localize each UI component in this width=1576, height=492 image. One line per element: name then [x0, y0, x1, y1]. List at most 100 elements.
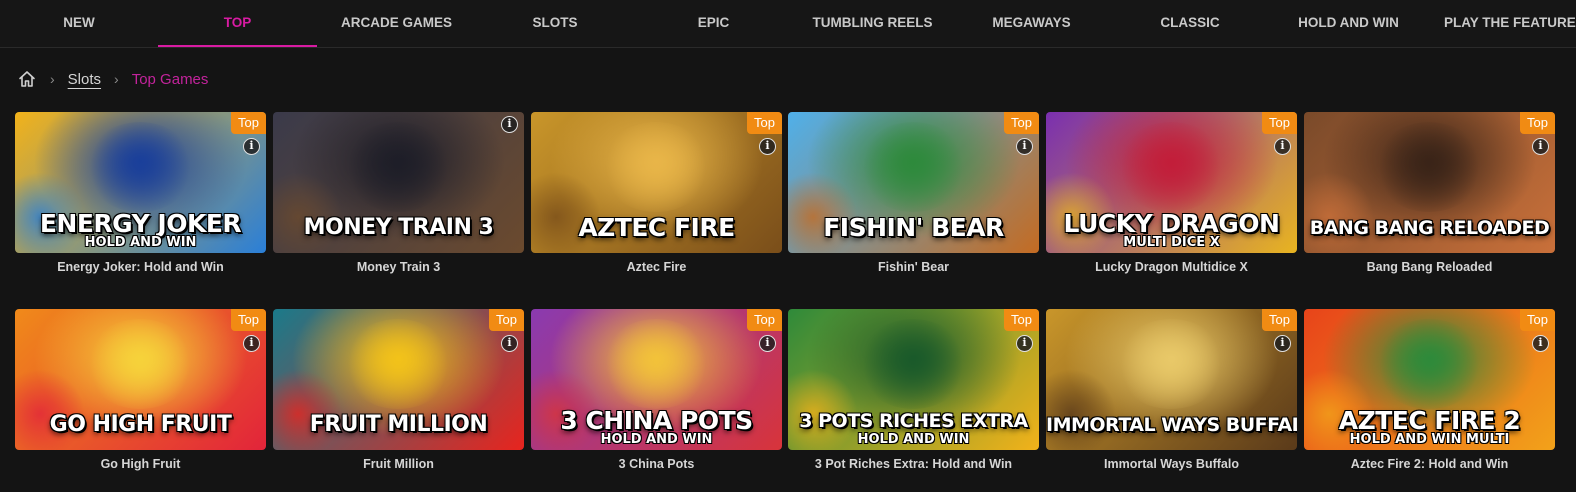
game-card[interactable]: 3 POTS RICHES EXTRA HOLD AND WIN Top i 3 Pot…: [788, 309, 1039, 475]
info-icon[interactable]: i: [1274, 335, 1291, 352]
game-name: 3 Pot Riches Extra: Hold and Win: [814, 457, 1013, 471]
info-icon[interactable]: i: [243, 335, 260, 352]
top-badge: Top: [747, 309, 782, 331]
game-thumbnail[interactable]: ENERGY JOKER HOLD AND WIN Top i: [15, 112, 266, 253]
game-name: Fruit Million: [363, 457, 434, 471]
tab-megaways[interactable]: MEGAWAYS: [952, 0, 1111, 47]
info-icon[interactable]: i: [1532, 138, 1549, 155]
game-art-title: AZTEC FIRE: [578, 213, 735, 242]
tab-hold-and-win[interactable]: HOLD AND WIN: [1269, 0, 1428, 47]
tab-arcade-games[interactable]: ARCADE GAMES: [317, 0, 476, 47]
game-card[interactable]: 3 CHINA POTS HOLD AND WIN Top i 3 China Pots: [531, 309, 782, 475]
tab-top[interactable]: TOP: [158, 0, 317, 47]
top-badge: Top: [231, 112, 266, 134]
top-badge: Top: [489, 309, 524, 331]
game-art-decoration: [1374, 122, 1484, 212]
top-badge: Top: [1004, 309, 1039, 331]
info-icon[interactable]: i: [243, 138, 260, 155]
tab-tumbling-reels[interactable]: TUMBLING REELS: [793, 0, 952, 47]
game-name: Go High Fruit: [100, 457, 181, 471]
top-badge: Top: [231, 309, 266, 331]
info-icon[interactable]: i: [1016, 335, 1033, 352]
info-icon[interactable]: i: [1532, 335, 1549, 352]
game-art-decoration: [85, 122, 195, 212]
category-nav: NEW TOP ARCADE GAMES SLOTS EPIC TUMBLING…: [0, 0, 1576, 48]
game-card[interactable]: BANG BANG RELOADED Top i Bang Bang Reloaded: [1304, 112, 1555, 278]
info-icon[interactable]: i: [759, 335, 776, 352]
game-thumbnail[interactable]: AZTEC FIRE Top i: [531, 112, 782, 253]
game-name: Fishin' Bear: [877, 260, 950, 274]
game-card[interactable]: AZTEC FIRE Top i Aztec Fire: [531, 112, 782, 278]
tab-classic[interactable]: CLASSIC: [1111, 0, 1269, 47]
game-name: Immortal Ways Buffalo: [1104, 457, 1239, 471]
game-art-title: IMMORTAL WAYS BUFFALO: [1046, 414, 1297, 436]
top-badge: Top: [1262, 309, 1297, 331]
game-art-decoration: [343, 319, 453, 409]
breadcrumb-current: Top Games: [131, 70, 209, 88]
game-card[interactable]: FISHIN' BEAR Top i Fishin' Bear: [788, 112, 1039, 278]
game-art-decoration: [858, 122, 968, 212]
game-art-title: GO HIGH FRUIT: [49, 412, 232, 437]
game-name: Aztec Fire: [626, 260, 687, 274]
game-art-decoration: [858, 319, 968, 409]
game-art-decoration: [601, 122, 711, 212]
game-name: Money Train 3: [356, 260, 441, 274]
game-thumbnail[interactable]: LUCKY DRAGON MULTI DICE X Top i: [1046, 112, 1297, 253]
game-art-decoration: [1116, 319, 1226, 409]
tab-new[interactable]: NEW: [0, 0, 158, 47]
game-art-subtitle: HOLD AND WIN: [600, 432, 713, 447]
chevron-right-icon: ›: [114, 71, 119, 87]
game-art-decoration: [343, 122, 453, 212]
game-thumbnail[interactable]: BANG BANG RELOADED Top i: [1304, 112, 1555, 253]
breadcrumb-slots[interactable]: Slots: [68, 71, 101, 88]
game-art-title: 3 CHINA POTS: [560, 406, 753, 435]
game-art-subtitle: MULTI DICE X: [1123, 235, 1220, 250]
chevron-right-icon: ›: [50, 71, 55, 87]
game-art-decoration: [1374, 319, 1484, 409]
game-card[interactable]: IMMORTAL WAYS BUFFALO Top i Immortal Ways B…: [1046, 309, 1297, 475]
game-card[interactable]: ENERGY JOKER HOLD AND WIN Top i Energy Joker…: [15, 112, 266, 278]
game-card[interactable]: FRUIT MILLION Top i Fruit Million: [273, 309, 524, 475]
game-thumbnail[interactable]: FRUIT MILLION Top i: [273, 309, 524, 450]
game-art-title: BANG BANG RELOADED: [1309, 217, 1550, 239]
game-card[interactable]: LUCKY DRAGON MULTI DICE X Top i Lucky Dragon…: [1046, 112, 1297, 278]
game-art-decoration: [601, 319, 711, 409]
info-icon[interactable]: i: [1274, 138, 1291, 155]
info-icon[interactable]: i: [501, 335, 518, 352]
top-badge: Top: [1262, 112, 1297, 134]
game-art-title: AZTEC FIRE 2: [1338, 406, 1521, 435]
game-art-subtitle: HOLD AND WIN: [857, 432, 970, 447]
game-thumbnail[interactable]: IMMORTAL WAYS BUFFALO Top i: [1046, 309, 1297, 450]
tab-epic[interactable]: EPIC: [634, 0, 793, 47]
game-card[interactable]: MONEY TRAIN 3 i Money Train 3: [273, 112, 524, 278]
game-thumbnail[interactable]: GO HIGH FRUIT Top i: [15, 309, 266, 450]
game-name: Lucky Dragon Multidice X: [1095, 260, 1248, 274]
game-name: Aztec Fire 2: Hold and Win: [1350, 457, 1509, 471]
game-card[interactable]: AZTEC FIRE 2 HOLD AND WIN MULTI Top i Aztec …: [1304, 309, 1555, 475]
game-art-title: FISHIN' BEAR: [823, 213, 1004, 242]
info-icon[interactable]: i: [759, 138, 776, 155]
game-name: Bang Bang Reloaded: [1366, 260, 1493, 274]
game-art-decoration: [1116, 122, 1226, 212]
game-art-decoration: [85, 319, 195, 409]
game-thumbnail[interactable]: FISHIN' BEAR Top i: [788, 112, 1039, 253]
game-thumbnail[interactable]: MONEY TRAIN 3 i: [273, 112, 524, 253]
game-art-subtitle: HOLD AND WIN MULTI: [1349, 432, 1510, 447]
game-art-title: ENERGY JOKER: [39, 209, 242, 238]
game-art-title: 3 POTS RICHES EXTRA: [799, 410, 1028, 432]
game-name: 3 China Pots: [618, 457, 695, 471]
game-thumbnail[interactable]: AZTEC FIRE 2 HOLD AND WIN MULTI Top i: [1304, 309, 1555, 450]
tab-slots[interactable]: SLOTS: [476, 0, 634, 47]
game-art-title: MONEY TRAIN 3: [303, 215, 494, 240]
game-thumbnail[interactable]: 3 CHINA POTS HOLD AND WIN Top i: [531, 309, 782, 450]
info-icon[interactable]: i: [1016, 138, 1033, 155]
game-art-title: LUCKY DRAGON: [1063, 209, 1280, 238]
tab-play-the-feature[interactable]: PLAY THE FEATURE: [1428, 0, 1576, 47]
game-card[interactable]: GO HIGH FRUIT Top i Go High Fruit: [15, 309, 266, 475]
top-badge: Top: [1520, 112, 1555, 134]
info-icon[interactable]: i: [501, 116, 518, 133]
home-icon[interactable]: [17, 69, 37, 89]
game-art-title: FRUIT MILLION: [309, 412, 488, 437]
game-thumbnail[interactable]: 3 POTS RICHES EXTRA HOLD AND WIN Top i: [788, 309, 1039, 450]
top-badge: Top: [1004, 112, 1039, 134]
